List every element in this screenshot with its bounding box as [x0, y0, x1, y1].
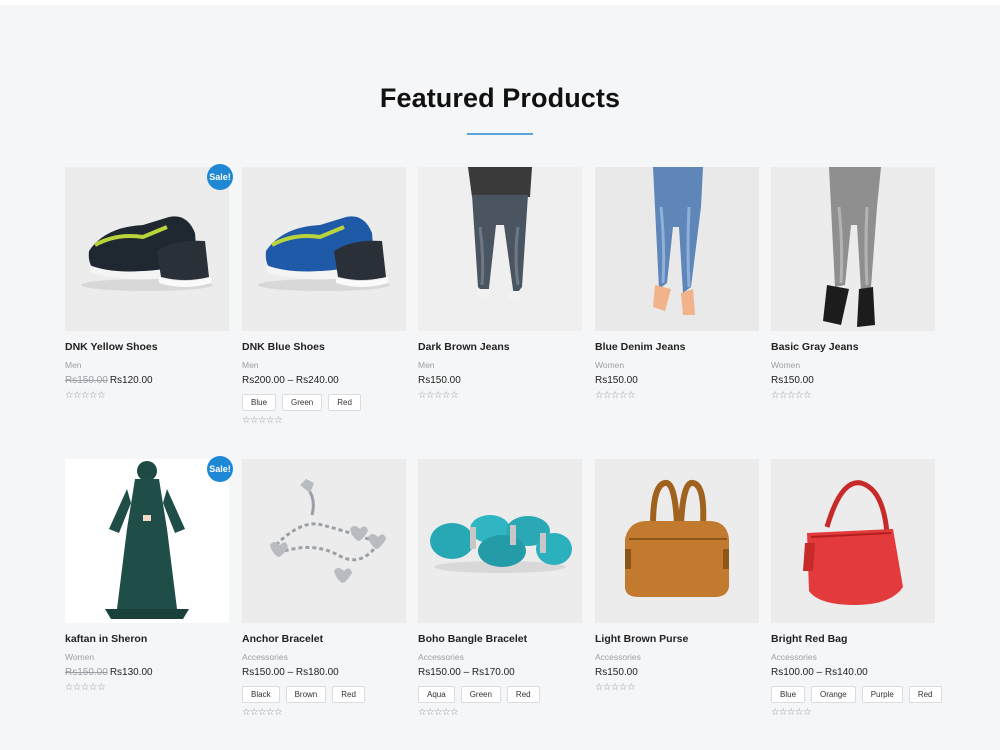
swatch-red[interactable]: Red	[908, 686, 942, 703]
product-category[interactable]: Accessories	[242, 652, 406, 662]
star-rating: ☆☆☆☆☆	[418, 390, 459, 401]
product-image[interactable]	[595, 459, 759, 623]
product-image[interactable]	[771, 459, 935, 623]
product-price: Rs150.00 – Rs180.00	[242, 667, 339, 678]
product-category[interactable]: Men	[65, 360, 229, 370]
star-rating: ☆☆☆☆☆	[65, 682, 106, 693]
product-category[interactable]: Women	[771, 360, 935, 370]
swatch-orange[interactable]: Orange	[811, 686, 856, 703]
product-name[interactable]: Light Brown Purse	[595, 633, 759, 645]
sale-badge: Sale!	[207, 164, 233, 190]
product-price: Rs100.00 – Rs140.00	[771, 667, 868, 678]
swatch-brown[interactable]: Brown	[285, 686, 327, 703]
star-rating: ☆☆☆☆☆	[65, 390, 106, 401]
bracelet-image	[242, 459, 406, 623]
color-swatches: Blue Orange Purple Red	[771, 686, 942, 703]
color-swatches: Aqua Green Red	[418, 686, 582, 703]
shoes-image	[65, 167, 229, 331]
product-category[interactable]: Accessories	[771, 652, 935, 662]
star-rating: ☆☆☆☆☆	[595, 682, 636, 693]
swatch-red[interactable]: Red	[328, 394, 361, 411]
product-card-dark-brown-jeans[interactable]: Dark Brown Jeans Men Rs150.00 ☆☆☆☆☆	[418, 167, 582, 402]
product-name[interactable]: kaftan in Sheron	[65, 633, 229, 645]
swatch-blue[interactable]: Blue	[242, 394, 277, 411]
product-card-anchor-bracelet[interactable]: Anchor Bracelet Accessories Rs150.00 – R…	[242, 459, 406, 719]
product-image[interactable]	[242, 167, 406, 331]
product-image[interactable]	[65, 459, 229, 623]
jeans-image	[771, 167, 935, 331]
product-price: Rs150.00 Rs130.00	[65, 667, 229, 678]
product-card-kaftan-in-sheron[interactable]: Sale! kaftan in Sheron Women Rs150.00 Rs1…	[65, 456, 233, 694]
product-name[interactable]: DNK Yellow Shoes	[65, 341, 229, 353]
product-card-basic-gray-jeans[interactable]: Basic Gray Jeans Women Rs150.00 ☆☆☆☆☆	[771, 167, 935, 402]
swatch-black[interactable]: Black	[242, 686, 280, 703]
star-rating: ☆☆☆☆☆	[418, 707, 459, 718]
product-name[interactable]: Basic Gray Jeans	[771, 341, 935, 353]
product-category[interactable]: Accessories	[418, 652, 582, 662]
old-price: Rs150.00	[65, 667, 108, 678]
product-name[interactable]: Boho Bangle Bracelet	[418, 633, 582, 645]
purse-image	[595, 459, 759, 623]
swatch-red[interactable]: Red	[506, 686, 540, 703]
product-name[interactable]: Anchor Bracelet	[242, 633, 406, 645]
kaftan-image	[65, 459, 229, 623]
star-rating: ☆☆☆☆☆	[595, 390, 636, 401]
color-swatches: Blue Green Red	[242, 394, 406, 411]
title-underline	[467, 133, 533, 135]
bangle-image	[418, 459, 582, 623]
product-price: Rs150.00	[771, 375, 814, 386]
star-rating: ☆☆☆☆☆	[242, 707, 283, 718]
product-price: Rs150.00 – Rs170.00	[418, 667, 515, 678]
star-rating: ☆☆☆☆☆	[242, 415, 283, 426]
product-card-boho-bangle-bracelet[interactable]: Boho Bangle Bracelet Accessories Rs150.0…	[418, 459, 582, 719]
product-category[interactable]: Men	[242, 360, 406, 370]
product-card-blue-denim-jeans[interactable]: Blue Denim Jeans Women Rs150.00 ☆☆☆☆☆	[595, 167, 759, 402]
swatch-blue[interactable]: Blue	[771, 686, 806, 703]
swatch-red[interactable]: Red	[332, 686, 365, 703]
jeans-image	[418, 167, 582, 331]
swatch-purple[interactable]: Purple	[861, 686, 903, 703]
product-price: Rs150.00	[595, 667, 638, 678]
star-rating: ☆☆☆☆☆	[771, 707, 812, 718]
swatch-green[interactable]: Green	[282, 394, 323, 411]
product-price: Rs150.00	[595, 375, 638, 386]
swatch-green[interactable]: Green	[460, 686, 501, 703]
product-price: Rs200.00 – Rs240.00	[242, 375, 339, 386]
product-name[interactable]: Blue Denim Jeans	[595, 341, 759, 353]
product-price: Rs150.00	[418, 375, 461, 386]
product-card-bright-red-bag[interactable]: Bright Red Bag Accessories Rs100.00 – Rs…	[771, 459, 942, 719]
product-category[interactable]: Women	[65, 652, 229, 662]
sale-price: Rs130.00	[109, 667, 153, 678]
product-image[interactable]	[418, 167, 582, 331]
jeans-image	[595, 167, 759, 331]
product-image[interactable]	[595, 167, 759, 331]
red-bag-image	[771, 459, 935, 623]
product-image[interactable]	[65, 167, 229, 331]
product-card-dnk-blue-shoes[interactable]: DNK Blue Shoes Men Rs200.00 – Rs240.00 B…	[242, 167, 406, 427]
product-price: Rs150.00 Rs120.00	[65, 375, 229, 386]
product-card-dnk-yellow-shoes[interactable]: Sale! DNK Yellow Shoes Men Rs150.00 Rs120…	[65, 164, 233, 402]
product-category[interactable]: Women	[595, 360, 759, 370]
product-image[interactable]	[418, 459, 582, 623]
product-image[interactable]	[242, 459, 406, 623]
product-card-light-brown-purse[interactable]: Light Brown Purse Accessories Rs150.00 ☆…	[595, 459, 759, 694]
old-price: Rs150.00	[65, 375, 108, 386]
product-name[interactable]: Bright Red Bag	[771, 633, 935, 645]
swatch-aqua[interactable]: Aqua	[418, 686, 455, 703]
sale-badge: Sale!	[207, 456, 233, 482]
product-image[interactable]	[771, 167, 935, 331]
shoes-image	[242, 167, 406, 331]
sale-price: Rs120.00	[109, 375, 153, 386]
color-swatches: Black Brown Red	[242, 686, 406, 703]
star-rating: ☆☆☆☆☆	[771, 390, 812, 401]
product-category[interactable]: Accessories	[595, 652, 759, 662]
product-name[interactable]: Dark Brown Jeans	[418, 341, 582, 353]
section-title: Featured Products	[379, 83, 621, 113]
product-category[interactable]: Men	[418, 360, 582, 370]
product-name[interactable]: DNK Blue Shoes	[242, 341, 406, 353]
